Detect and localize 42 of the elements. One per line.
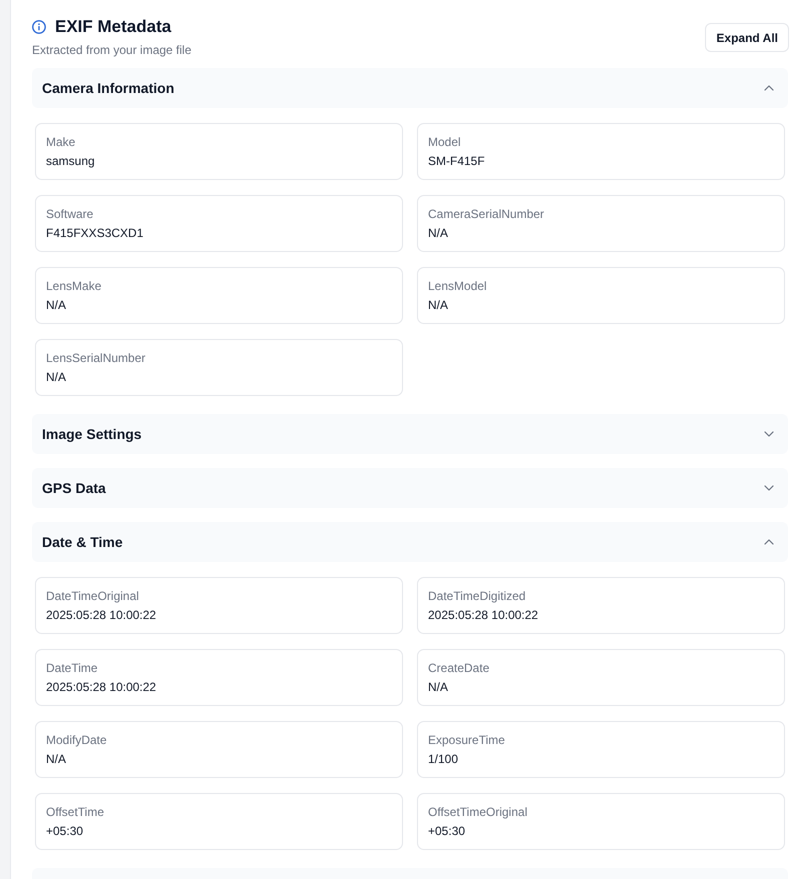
- field-value: F415FXXS3CXD1: [46, 225, 144, 241]
- field-label: OffsetTimeOriginal: [428, 804, 528, 820]
- field-label: LensMake: [46, 278, 102, 294]
- field-label: LensModel: [428, 278, 488, 294]
- expand-all-button[interactable]: Expand All: [705, 23, 789, 52]
- field-label: Software: [46, 206, 94, 222]
- section-header[interactable]: GPS Data: [32, 468, 788, 508]
- field-value: 2025:05:28 10:00:22: [428, 607, 540, 623]
- field-label: ModifyDate: [46, 732, 108, 748]
- field-label: Make: [46, 134, 76, 150]
- field-label: CreateDate: [428, 660, 490, 676]
- field-label: DateTimeOriginal: [46, 588, 140, 604]
- field-value: 2025:05:28 10:00:22: [46, 679, 158, 695]
- field-value: N/A: [428, 225, 450, 241]
- chevron-down-icon: [764, 485, 774, 491]
- field-value: N/A: [46, 369, 68, 385]
- field-value: samsung: [46, 153, 96, 169]
- field-value: N/A: [428, 679, 450, 695]
- section-header[interactable]: Camera Information: [32, 68, 788, 108]
- panel-subtitle: Extracted from your image file: [32, 42, 192, 58]
- field-value: 2025:05:28 10:00:22: [46, 607, 158, 623]
- field-label: LensSerialNumber: [46, 350, 146, 366]
- field-label: ExposureTime: [428, 732, 506, 748]
- field-label: OffsetTime: [46, 804, 106, 820]
- chevron-up-icon: [764, 539, 774, 545]
- field-label: DateTime: [46, 660, 99, 676]
- chevron-down-icon: [764, 431, 774, 437]
- section-header[interactable]: Date & Time: [32, 522, 788, 562]
- field-value: N/A: [428, 297, 450, 313]
- field-value: +05:30: [428, 823, 466, 839]
- field-value: N/A: [46, 297, 68, 313]
- section-header[interactable]: Image Settings: [32, 414, 788, 454]
- field-value: N/A: [46, 751, 68, 767]
- panel-title: EXIF Metadata: [55, 17, 172, 37]
- field-value: 1/100: [428, 751, 460, 767]
- info-icon: [32, 20, 46, 34]
- field-label: CameraSerialNumber: [428, 206, 546, 222]
- field-label: DateTimeDigitized: [428, 588, 527, 604]
- field-label: Model: [428, 134, 462, 150]
- field-value: SM-F415F: [428, 153, 486, 169]
- field-value: +05:30: [46, 823, 84, 839]
- chevron-up-icon: [764, 85, 774, 91]
